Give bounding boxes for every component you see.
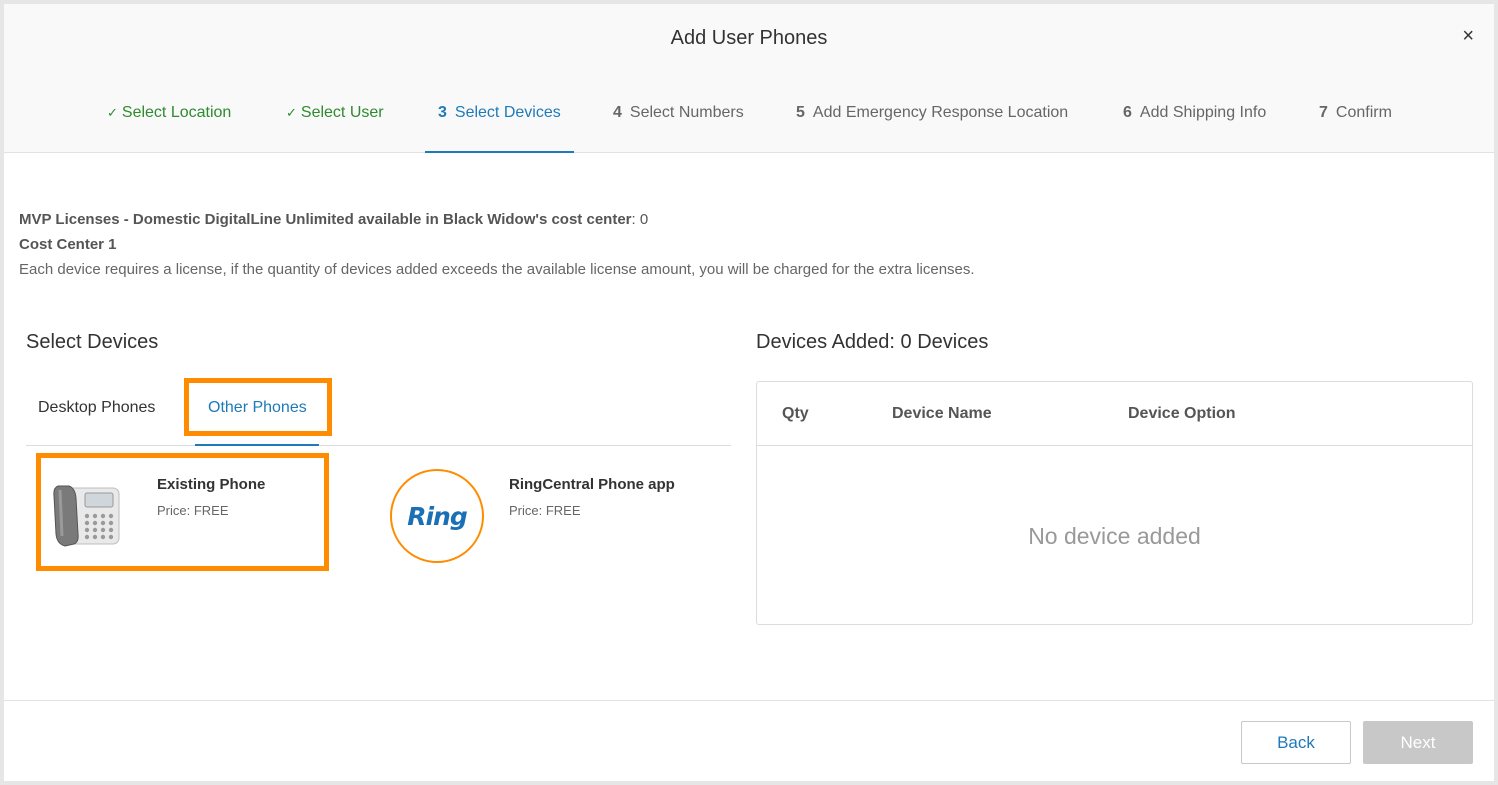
step-label: Select Location: [121, 104, 232, 121]
device-price: Price: FREE: [509, 503, 581, 518]
step-label: Select Numbers: [629, 104, 744, 121]
step-number: 4: [613, 104, 622, 121]
step-number: 7: [1319, 104, 1328, 121]
license-headline: MVP Licenses - Domestic DigitalLine Unli…: [19, 211, 632, 228]
column-device-name: Device Name: [892, 405, 992, 422]
device-card-ringcentral-phone-app[interactable]: Ring RingCentral Phone app Price: FREE: [389, 459, 709, 565]
modal-header: Add User Phones × ✓ Select Location ✓ Sele…: [4, 4, 1494, 153]
devices-added-title: Devices Added: 0 Devices: [756, 331, 989, 353]
back-button[interactable]: Back: [1241, 721, 1351, 764]
next-button[interactable]: Next: [1363, 721, 1473, 764]
step-label: Confirm: [1335, 104, 1392, 121]
step-select-user[interactable]: ✓ Select User: [286, 104, 384, 153]
stepper: ✓ Select Location ✓ Select User 3 Select De…: [4, 104, 1494, 153]
active-tab-underline: [195, 444, 319, 446]
desk-phone-icon: [49, 474, 125, 555]
column-qty: Qty: [782, 405, 809, 422]
select-devices-title: Select Devices: [26, 331, 159, 353]
cost-center: Cost Center 1: [19, 236, 117, 253]
close-icon[interactable]: ×: [1462, 24, 1474, 48]
empty-message: No device added: [1028, 523, 1201, 549]
device-name: Existing Phone: [157, 476, 266, 493]
device-price: Price: FREE: [157, 503, 229, 518]
step-label: Select Devices: [454, 104, 561, 121]
step-add-emergency-response-location: 5 Add Emergency Response Location: [796, 104, 1068, 153]
tab-desktop-phones[interactable]: Desktop Phones: [38, 399, 155, 417]
license-headline-row: MVP Licenses - Domestic DigitalLine Unli…: [19, 207, 975, 232]
step-confirm: 7 Confirm: [1319, 104, 1392, 153]
device-card-existing-phone[interactable]: Existing Phone Price: FREE: [44, 459, 324, 565]
license-info: MVP Licenses - Domestic DigitalLine Unli…: [19, 207, 975, 282]
step-select-location[interactable]: ✓ Select Location: [107, 104, 231, 153]
step-select-numbers: 4 Select Numbers: [613, 104, 744, 153]
license-note: Each device requires a license, if the q…: [19, 261, 975, 278]
ring-logo: Ring: [390, 469, 484, 563]
tab-other-phones[interactable]: Other Phones: [208, 399, 307, 417]
step-select-devices[interactable]: 3 Select Devices: [425, 104, 574, 153]
check-icon: ✓: [286, 105, 297, 120]
modal-footer: Back Next: [4, 700, 1494, 781]
check-icon: ✓: [107, 105, 118, 120]
license-count: : 0: [631, 211, 649, 228]
ring-logo-text: Ring: [407, 501, 468, 531]
devices-added-table: Qty Device Name Device Option No device …: [756, 381, 1473, 625]
step-number: 3: [438, 104, 447, 121]
column-device-option: Device Option: [1128, 405, 1236, 422]
device-tabs: Desktop Phones Other Phones: [26, 379, 731, 446]
step-number: 6: [1123, 104, 1132, 121]
add-user-phones-modal: Add User Phones × ✓ Select Location ✓ Sele…: [4, 4, 1494, 781]
step-add-shipping-info: 6 Add Shipping Info: [1123, 104, 1266, 153]
table-header: Qty Device Name Device Option: [757, 382, 1472, 446]
step-label: Add Emergency Response Location: [812, 104, 1069, 121]
device-name: RingCentral Phone app: [509, 476, 675, 493]
step-label: Add Shipping Info: [1139, 104, 1267, 121]
step-label: Select User: [300, 104, 384, 121]
step-number: 5: [796, 104, 805, 121]
modal-title: Add User Phones: [670, 27, 828, 49]
